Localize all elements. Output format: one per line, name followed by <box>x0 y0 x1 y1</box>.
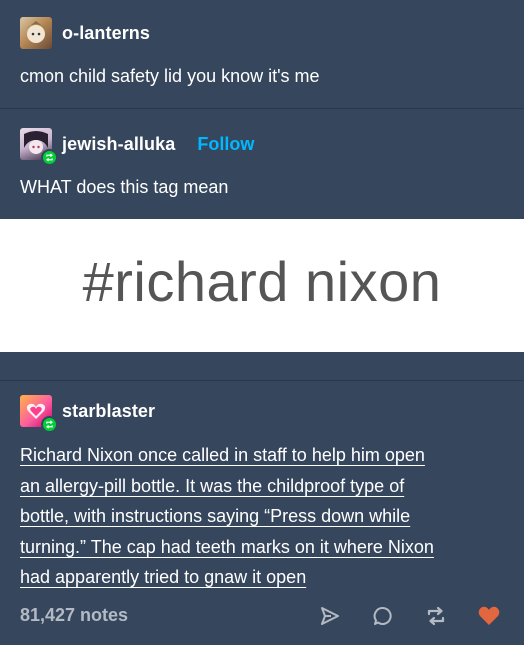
username[interactable]: starblaster <box>62 401 155 422</box>
post-link-line[interactable]: bottle, with instructions saying “Press … <box>20 506 410 526</box>
reblog-badge-icon <box>46 420 53 429</box>
avatar[interactable] <box>20 395 58 433</box>
post-link-line[interactable]: Richard Nixon once called in staff to he… <box>20 445 425 465</box>
username[interactable]: jewish-alluka <box>62 134 175 155</box>
post-body: Richard Nixon once called in staff to he… <box>20 440 506 593</box>
post-header: o-lanterns <box>20 17 150 49</box>
divider <box>0 108 524 109</box>
post-text: cmon child safety lid you know it's me <box>20 66 320 86</box>
share-icon[interactable] <box>317 603 343 629</box>
reblog-badge <box>41 149 58 166</box>
post-link-line[interactable]: an allergy-pill bottle. It was the child… <box>20 476 404 496</box>
follow-button[interactable]: Follow <box>197 134 254 155</box>
avatar[interactable] <box>20 17 52 49</box>
avatar[interactable] <box>20 128 58 166</box>
post-link-line[interactable]: had apparently tried to gnaw it open <box>20 567 306 587</box>
heart-icon[interactable] <box>476 603 502 629</box>
post-image: #richard nixon <box>0 219 524 352</box>
avatar-image <box>26 21 46 43</box>
divider <box>0 380 524 381</box>
post-link-line[interactable]: turning.” The cap had teeth marks on it … <box>20 537 434 557</box>
reblog-icon[interactable] <box>423 603 449 629</box>
reblog-badge-icon <box>46 153 53 162</box>
image-tag-text: #richard nixon <box>82 250 442 313</box>
post-header: starblaster <box>20 395 155 433</box>
post-header: jewish-alluka Follow <box>20 128 254 166</box>
reply-icon[interactable] <box>370 603 396 629</box>
notes-count[interactable]: 81,427 notes <box>20 605 128 626</box>
post-actions <box>290 603 502 629</box>
post-text: WHAT does this tag mean <box>20 177 229 197</box>
reblog-badge <box>41 416 58 433</box>
username[interactable]: o-lanterns <box>62 23 150 44</box>
